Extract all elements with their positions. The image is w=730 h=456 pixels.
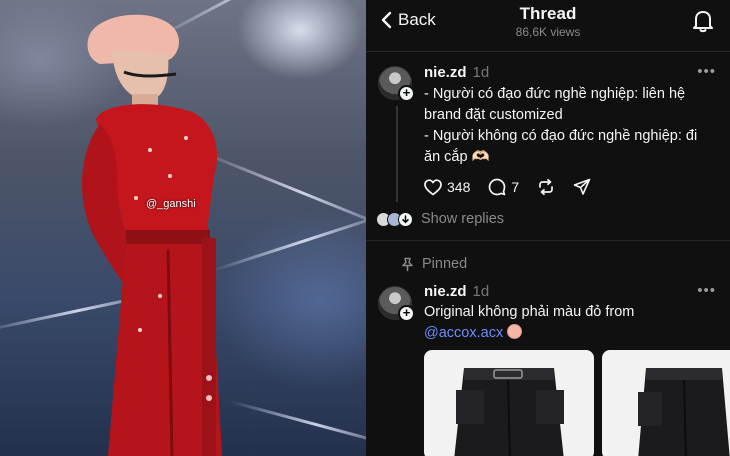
comment-count: 7 [511, 179, 520, 195]
repost-button[interactable] [537, 178, 555, 196]
pinned-text: Pinned [422, 256, 468, 272]
concert-photo: @_ganshi [0, 0, 366, 456]
show-replies-row[interactable]: Show replies [376, 211, 504, 227]
thread-post: + nie.zd 1d ••• - Người có đạo đức nghề n… [366, 0, 730, 240]
follow-plus-icon[interactable]: + [398, 85, 415, 102]
mention-link[interactable]: @accox.acx [424, 325, 503, 341]
post-line: brand đặt customized [424, 107, 563, 123]
post-line: ăn cắp 🫶🏻 [424, 149, 490, 165]
black-cargo-pants-image [454, 368, 564, 456]
follow-plus-icon[interactable]: + [398, 305, 415, 322]
thread-connector-line [396, 106, 398, 202]
more-icon[interactable]: ••• [697, 282, 716, 299]
more-icon[interactable]: ••• [697, 63, 716, 80]
divider [366, 240, 730, 241]
pinned-time: 1d [472, 283, 490, 300]
repost-icon [539, 178, 554, 196]
post-line: - Người không có đạo đức nghề nghiệp: đi [424, 128, 698, 144]
pinned-mention-line: @accox.acx [424, 323, 720, 344]
black-cargo-pants-image [638, 368, 730, 456]
show-replies-link[interactable]: Show replies [421, 211, 504, 227]
pinned-body: Original không phải màu đỏ from @accox.a… [424, 302, 720, 344]
pinned-author[interactable]: nie.zd 1d [424, 283, 489, 300]
post-author[interactable]: nie.zd 1d [424, 64, 489, 81]
arrow-down-icon [402, 214, 409, 223]
post-time: 1d [472, 64, 490, 81]
send-icon [573, 178, 591, 195]
comment-icon [489, 178, 506, 196]
heart-icon [424, 178, 442, 195]
pin-icon [402, 257, 413, 271]
threads-panel: Back Thread 86,6K views + nie.zd 1d ••• -… [366, 0, 730, 456]
product-image[interactable] [602, 350, 730, 456]
post-actions: 348 7 [424, 178, 609, 196]
share-button[interactable] [573, 178, 591, 196]
performer-figure [82, 14, 222, 456]
photo-watermark: @_ganshi [146, 198, 196, 210]
post-body: - Người có đạo đức nghề nghiệp: liên hệ … [424, 84, 720, 168]
pinned-username[interactable]: nie.zd [424, 283, 467, 300]
product-image[interactable] [424, 350, 594, 456]
pinned-label: Pinned [400, 256, 467, 272]
reply-avatar [398, 211, 413, 227]
like-count: 348 [447, 179, 471, 195]
post-line: - Người có đạo đức nghề nghiệp: liên hệ [424, 86, 686, 102]
like-button[interactable]: 348 [424, 178, 471, 196]
post-username[interactable]: nie.zd [424, 64, 467, 81]
pinned-text-line: Original không phải màu đỏ from [424, 304, 635, 320]
face-emoji-icon [507, 324, 523, 339]
comment-button[interactable]: 7 [488, 178, 519, 196]
